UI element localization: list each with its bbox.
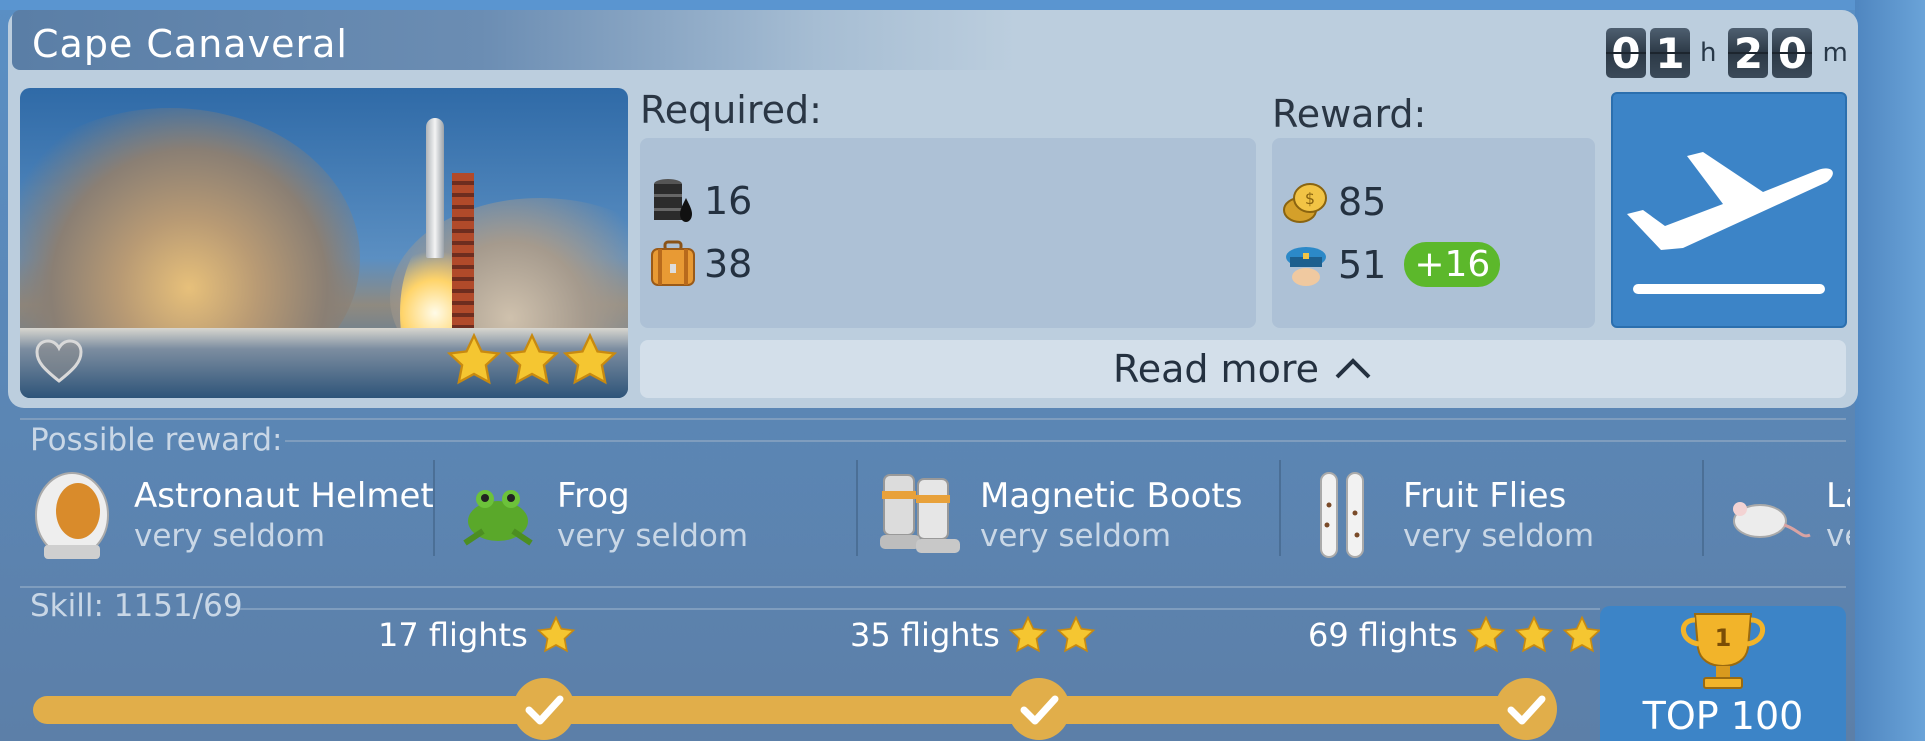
top-100-button[interactable]: 1 TOP 100 [1600,606,1846,741]
checkmark-icon [1020,695,1059,725]
reward-pilots-bonus-badge: +16 [1404,242,1501,287]
item-separator [856,460,858,556]
possible-reward-item[interactable]: Astronaut Helmet very seldom [30,460,434,570]
astronaut-helmet-icon [35,472,109,559]
star-icon [446,332,502,385]
suitcase-icon [651,240,695,286]
lab-mouse-icon [1733,502,1811,538]
magnetic-boots-icon [880,474,960,553]
mission-stars [446,332,618,388]
possible-reward-item[interactable]: Frog very seldom [453,460,748,570]
required-oil-value: 16 [704,179,753,223]
read-more-label: Read more [1113,347,1319,391]
read-more-button[interactable]: Read more [640,340,1846,398]
possible-reward-label: Possible reward: [30,422,283,458]
pilot-cap-icon [1286,246,1326,286]
possible-reward-item[interactable]: La ve [1722,460,1850,570]
required-item-luggage: 38 [650,240,752,288]
required-item-oil: 16 [650,176,752,226]
chevron-up-icon [1335,358,1371,379]
photo-launch-tower [452,173,474,343]
fruit-flies-icon [1320,472,1364,558]
item-separator [1279,460,1281,556]
timer-hours-unit: h [1700,38,1717,68]
star-icon [1562,615,1602,653]
timer-hours-digit-2: 1 [1650,28,1690,78]
mission-title-bar: Cape Canaveral [12,10,1352,70]
skill-progress-bar [33,696,1551,724]
milestone-check-1 [513,678,575,740]
possible-reward-name: Magnetic Boots [980,476,1243,516]
depart-flight-button[interactable] [1611,92,1847,328]
possible-reward-item[interactable]: Magnetic Boots very seldom [876,460,1242,570]
milestone-3: 69 flights [1308,615,1602,655]
possible-reward-name: La [1826,476,1850,516]
checkmark-icon [525,695,564,725]
svg-text:$: $ [1305,189,1315,208]
timer-minutes-digit-1: 2 [1728,28,1769,78]
airplane-takeoff-icon [1627,152,1833,294]
skill-label: Skill: 1151/69 [30,588,243,624]
mission-photo [20,88,628,398]
star-icon [1466,615,1506,653]
star-icon [1514,615,1554,653]
favorite-heart-icon[interactable] [34,338,84,384]
star-icon [536,615,576,653]
background-right-strip [1855,0,1925,741]
timer-minutes-unit: m [1822,38,1848,68]
milestone-label: 35 flights [850,616,1000,654]
required-panel [640,138,1256,328]
skill-divider [240,608,1600,610]
coins-icon: $ [1283,183,1327,223]
milestone-label: 69 flights [1308,616,1458,654]
possible-reward-frequency: ve [1826,518,1850,554]
reward-coins-value: 85 [1338,180,1387,224]
possible-reward-frequency: very seldom [557,518,749,554]
timer-hours-digit-1: 0 [1606,28,1646,78]
timer-minutes-digit-2: 0 [1772,28,1813,78]
background-top-strip [0,0,1925,10]
item-separator [1702,460,1704,556]
star-icon [1056,615,1096,653]
milestone-1: 17 flights [378,615,576,655]
possible-reward-frequency: very seldom [134,518,326,554]
checkmark-icon [1507,695,1546,725]
star-icon [1008,615,1048,653]
star-icon [504,332,560,385]
item-separator [433,460,435,556]
divider-bottom [20,586,1846,588]
possible-reward-item[interactable]: Fruit Flies very seldom [1299,460,1594,570]
reward-item-pilots: 51 +16 [1282,242,1501,287]
reward-item-coins: $ 85 [1282,180,1386,224]
star-icon [562,332,618,385]
milestone-label: 17 flights [378,616,528,654]
possible-reward-name: Fruit Flies [1403,476,1567,516]
required-luggage-value: 38 [704,242,753,286]
oil-barrel-icon [654,179,692,222]
divider-top [20,418,1846,420]
possible-reward-frequency: very seldom [980,518,1172,554]
photo-rocket [426,118,444,258]
trophy-icon: 1 [1681,613,1765,689]
milestone-2: 35 flights [850,615,1096,655]
reward-label: Reward: [1272,92,1427,136]
top-100-label: TOP 100 [1642,694,1804,738]
milestone-check-2 [1008,678,1070,740]
milestone-check-3 [1495,678,1557,740]
trophy-rank-badge: 1 [1715,624,1732,652]
mission-title: Cape Canaveral [32,22,348,66]
possible-reward-name: Astronaut Helmet [134,476,434,516]
frog-icon [463,490,533,546]
mission-timer: 0 1 h 2 0 m [1606,28,1856,78]
possible-reward-list[interactable]: Astronaut Helmet very seldom Frog very s… [30,460,1850,570]
required-label: Required: [640,88,822,132]
possible-reward-name: Frog [557,476,630,516]
reward-pilots-value: 51 [1338,242,1387,287]
possible-reward-divider [285,440,1846,442]
reward-panel [1272,138,1595,328]
possible-reward-frequency: very seldom [1403,518,1595,554]
